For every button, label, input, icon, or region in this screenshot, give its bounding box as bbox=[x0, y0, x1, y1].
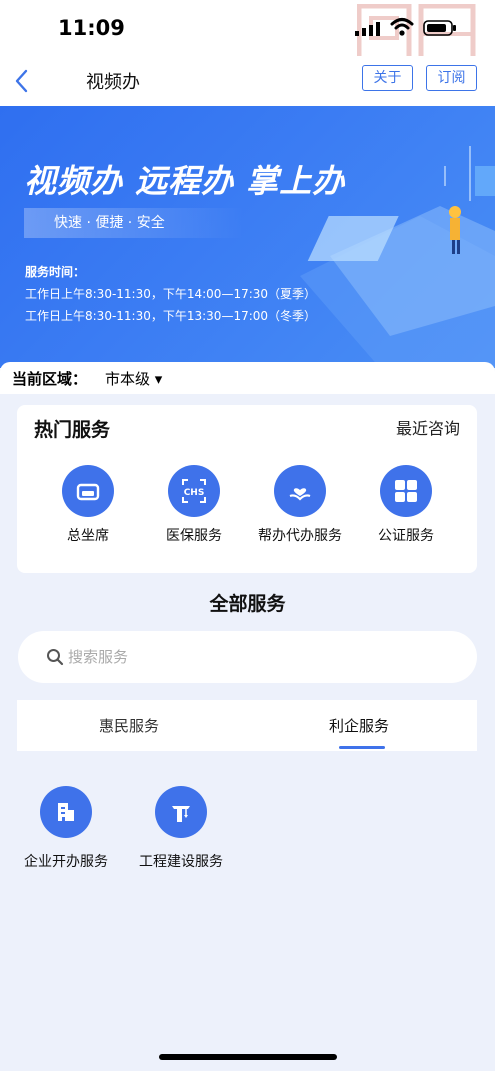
search-input[interactable] bbox=[68, 645, 448, 669]
page-title: 视频办 bbox=[86, 72, 140, 93]
service-construction[interactable]: 工程建设服务 bbox=[121, 786, 241, 871]
service-label: 工程建设服务 bbox=[139, 854, 223, 870]
wifi-icon bbox=[390, 18, 414, 36]
service-label: 医保服务 bbox=[166, 528, 222, 544]
service-label: 企业开办服务 bbox=[24, 854, 108, 870]
hot-services-title: 热门服务 bbox=[34, 419, 111, 441]
status-bar: 11:09 bbox=[0, 0, 495, 66]
region-selector: 当前区域： 市本级 ▾ bbox=[0, 362, 495, 394]
chs-icon: CHS bbox=[168, 465, 220, 517]
hand-heart-icon bbox=[274, 465, 326, 517]
back-chevron-icon[interactable] bbox=[12, 68, 32, 94]
service-company-setup[interactable]: 企业开办服务 bbox=[6, 786, 126, 871]
region-dropdown[interactable]: 市本级 ▾ bbox=[105, 368, 162, 389]
search-icon bbox=[47, 649, 64, 666]
grid-icon bbox=[380, 465, 432, 517]
service-tabs: 惠民服务 利企服务 bbox=[17, 700, 477, 751]
service-notary[interactable]: 公证服务 bbox=[361, 465, 451, 544]
all-services-title: 全部服务 bbox=[209, 593, 286, 615]
signal-icon bbox=[355, 22, 380, 36]
nav-bar: 视频办 关于 订阅 bbox=[0, 56, 495, 106]
home-indicator[interactable] bbox=[159, 1054, 337, 1060]
recent-consult-link[interactable]: 最近咨询 bbox=[396, 415, 460, 439]
tab-public-services[interactable]: 惠民服务 bbox=[99, 715, 159, 736]
crane-icon bbox=[155, 786, 207, 838]
service-hours-summer: 工作日上午8:30-11:30，下午14:00—17:30（夏季） bbox=[25, 287, 317, 301]
search-bar bbox=[18, 631, 477, 683]
status-time: 11:09 bbox=[58, 16, 125, 40]
service-medical-insurance[interactable]: CHS 医保服务 bbox=[149, 465, 239, 544]
service-label: 总坐席 bbox=[67, 528, 109, 544]
service-hours-title: 服务时间： bbox=[25, 265, 86, 279]
tab-business-services[interactable]: 利企服务 bbox=[329, 715, 389, 736]
service-label: 帮办代办服务 bbox=[258, 528, 342, 544]
hero-banner: 视频办 远程办 掌上办 快速 · 便捷 · 安全 服务时间： 工作日上午8:30… bbox=[0, 106, 495, 368]
region-label: 当前区域： bbox=[12, 370, 88, 388]
banner-tagline: 快速 · 便捷 · 安全 bbox=[24, 208, 244, 238]
service-main-desk[interactable]: 总坐席 bbox=[43, 465, 133, 544]
service-label: 公证服务 bbox=[378, 528, 434, 544]
battery-icon bbox=[423, 20, 456, 36]
banner-headline: 视频办 远程办 掌上办 bbox=[24, 162, 346, 200]
active-tab-indicator bbox=[339, 746, 385, 749]
building-icon bbox=[40, 786, 92, 838]
subscribe-button[interactable]: 订阅 bbox=[426, 65, 477, 91]
about-button[interactable]: 关于 bbox=[362, 65, 413, 91]
sofa-icon bbox=[62, 465, 114, 517]
hot-services-card: 热门服务 最近咨询 总坐席 CHS 医保服务 帮办代办服务 公证服务 bbox=[17, 405, 477, 573]
svg-text:CHS: CHS bbox=[184, 488, 205, 498]
service-assisted-handling[interactable]: 帮办代办服务 bbox=[255, 465, 345, 544]
service-hours-winter: 工作日上午8:30-11:30，下午13:30—17:00（冬季） bbox=[25, 309, 317, 323]
